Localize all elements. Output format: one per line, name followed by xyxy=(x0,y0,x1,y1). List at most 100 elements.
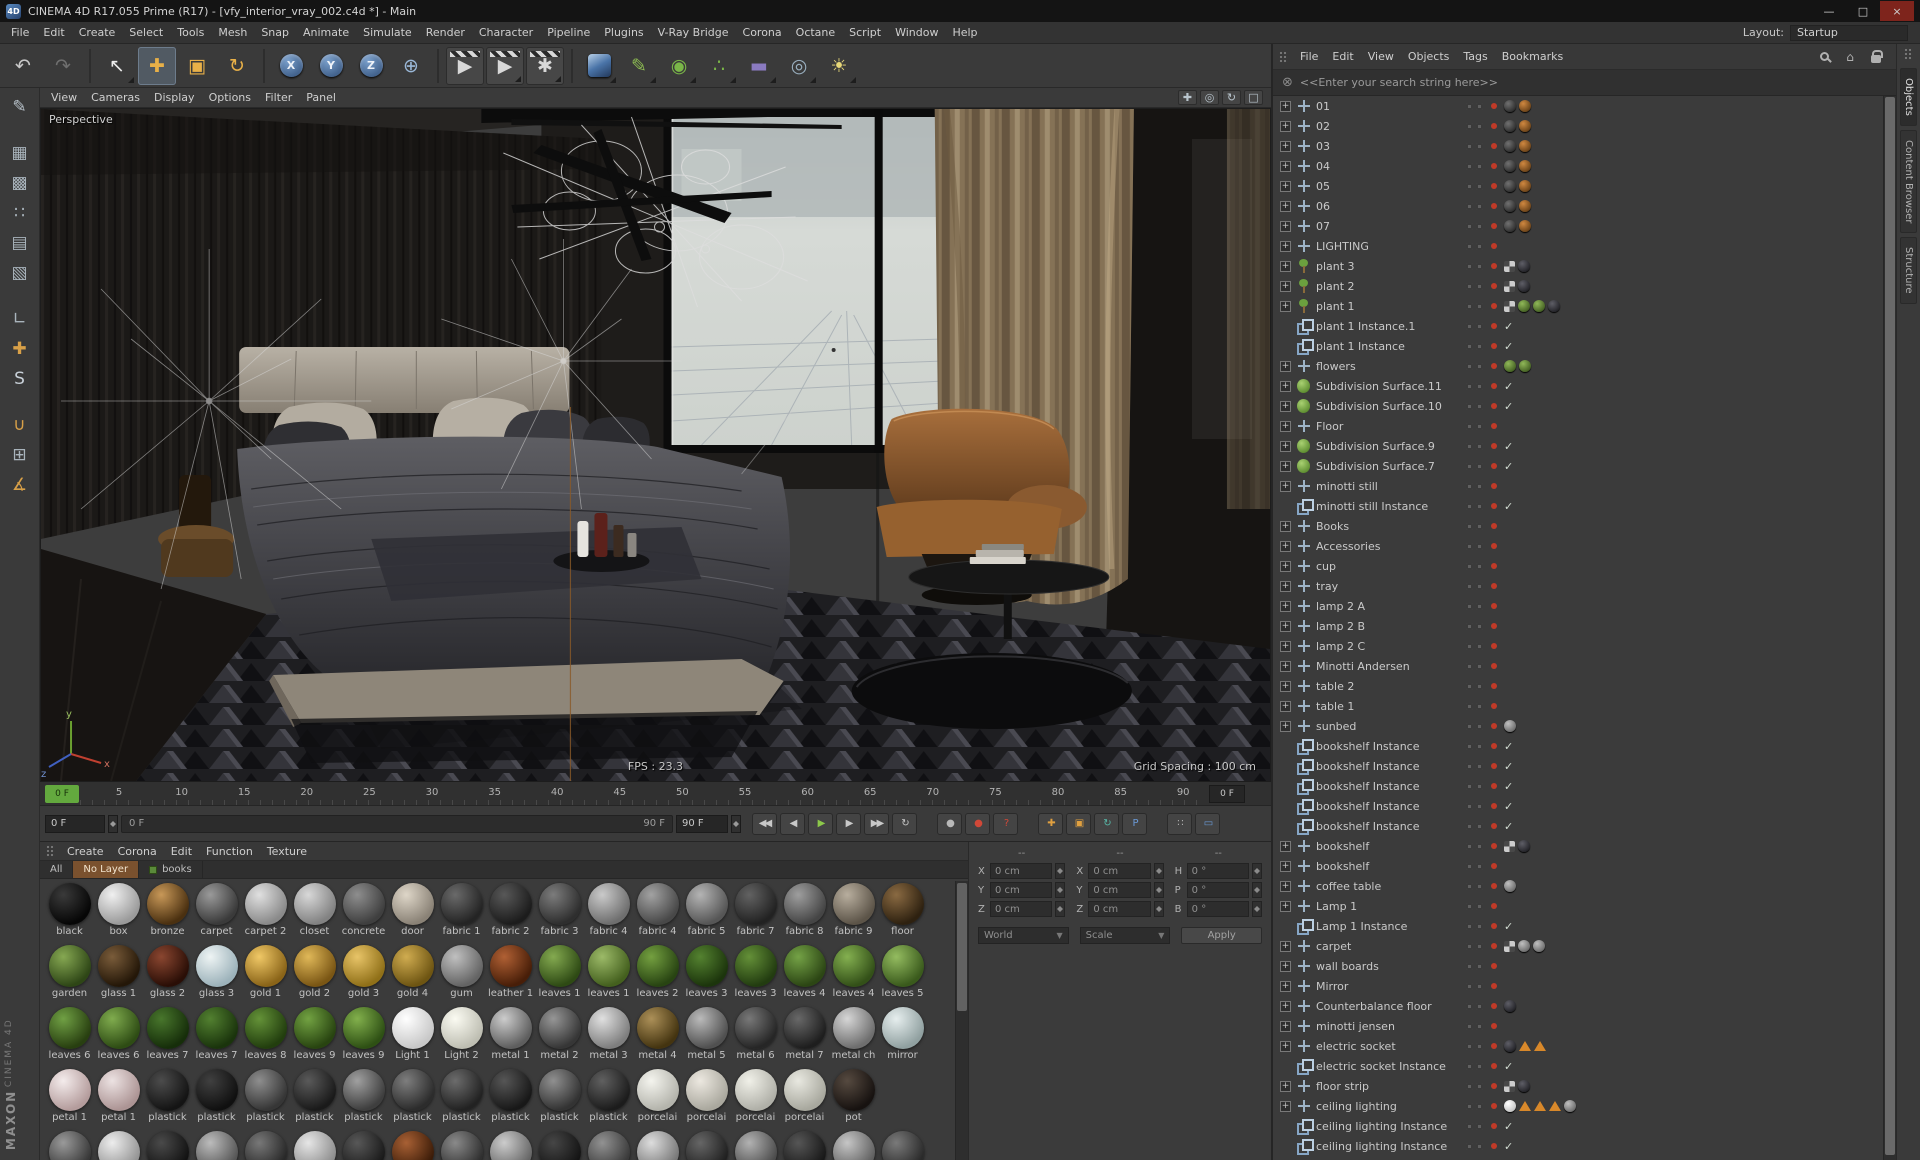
render-visibility-dot[interactable] xyxy=(1476,522,1483,530)
matdark-tag-icon[interactable] xyxy=(1518,1080,1530,1092)
coordinate-system-icon[interactable]: ⊕ xyxy=(392,47,430,85)
render-visibility-dot[interactable] xyxy=(1476,842,1483,850)
render-visibility-dot[interactable] xyxy=(1476,282,1483,290)
editor-visibility-dot[interactable] xyxy=(1466,422,1473,430)
oorb-tag-icon[interactable] xyxy=(1519,160,1531,172)
clear-search-icon[interactable]: ⊗ xyxy=(1282,75,1293,90)
timeline-frame-40[interactable]: 40 xyxy=(551,787,564,798)
selection-tag-icon[interactable] xyxy=(1519,1101,1531,1111)
viewport-menu-display[interactable]: Display xyxy=(147,91,202,104)
material-fabric-9[interactable]: fabric 9 xyxy=(829,881,878,943)
expand-icon[interactable]: + xyxy=(1280,980,1291,992)
editor-visibility-dot[interactable] xyxy=(1466,642,1473,650)
timeline-frame-50[interactable]: 50 xyxy=(676,787,689,798)
prev-frame-button[interactable]: ◀ xyxy=(780,812,805,835)
matdark-tag-icon[interactable] xyxy=(1518,840,1530,852)
object-row-01[interactable]: +01 xyxy=(1273,96,1883,116)
material-metal-2[interactable]: metal 2 xyxy=(535,1005,584,1067)
om-menu-objects[interactable]: Objects xyxy=(1401,50,1457,63)
material-fabric-5[interactable]: fabric 5 xyxy=(682,881,731,943)
om-search-icon[interactable] xyxy=(1816,49,1832,65)
editor-visibility-dot[interactable] xyxy=(1466,382,1473,390)
expand-icon[interactable]: + xyxy=(1280,520,1291,532)
editor-visibility-dot[interactable] xyxy=(1466,1062,1473,1070)
visibility-dots[interactable] xyxy=(1466,502,1488,510)
expand-icon[interactable]: + xyxy=(1280,260,1291,272)
editor-visibility-dot[interactable] xyxy=(1466,962,1473,970)
material-door[interactable]: door xyxy=(388,881,437,943)
menu-v-ray-bridge[interactable]: V-Ray Bridge xyxy=(651,26,736,39)
render-view-icon[interactable]: ▶ xyxy=(446,46,484,85)
selection-tag-icon[interactable] xyxy=(1549,1101,1561,1111)
visibility-dots[interactable] xyxy=(1466,1062,1488,1070)
visibility-dots[interactable] xyxy=(1466,242,1488,250)
editor-visibility-dot[interactable] xyxy=(1466,782,1473,790)
ogear-tag-icon[interactable] xyxy=(1504,120,1516,132)
material-glass-2[interactable]: glass 2 xyxy=(143,943,192,1005)
om-home-icon[interactable]: ⌂ xyxy=(1842,49,1858,65)
timeline-frame-70[interactable]: 70 xyxy=(926,787,939,798)
texture-tag-icon[interactable] xyxy=(1504,300,1515,312)
material-unnamed[interactable] xyxy=(731,1129,780,1160)
points-mode-icon[interactable]: ∷ xyxy=(4,198,36,228)
dock-grip-icon[interactable] xyxy=(1904,48,1913,60)
move-tool-icon[interactable]: ✚ xyxy=(138,46,176,85)
material-unnamed[interactable] xyxy=(192,1129,241,1160)
redo-icon[interactable]: ↷ xyxy=(44,47,82,85)
menu-corona[interactable]: Corona xyxy=(736,26,789,39)
apply-button[interactable]: Apply xyxy=(1181,927,1263,944)
object-row-accessories[interactable]: + Accessories xyxy=(1273,536,1883,556)
material-plastick[interactable]: plastick xyxy=(241,1067,290,1129)
material-plastick[interactable]: plastick xyxy=(437,1067,486,1129)
expand-icon[interactable]: + xyxy=(1280,960,1291,972)
timeline-frame-90[interactable]: 90 xyxy=(1177,787,1190,798)
floor-environment-icon[interactable]: ▬ xyxy=(740,47,778,85)
side-tab-structure[interactable]: Structure xyxy=(1900,237,1917,304)
editor-visibility-dot[interactable] xyxy=(1466,542,1473,550)
material-leaves-7[interactable]: leaves 7 xyxy=(143,1005,192,1067)
timeline-end-box[interactable]: 0 F xyxy=(1209,785,1245,803)
render-visibility-dot[interactable] xyxy=(1476,962,1483,970)
visibility-dots[interactable] xyxy=(1466,202,1488,210)
material-porcelai[interactable]: porcelai xyxy=(780,1067,829,1129)
key-parameter-button[interactable]: P xyxy=(1122,812,1147,835)
material-leaves-3[interactable]: leaves 3 xyxy=(682,943,731,1005)
editor-visibility-dot[interactable] xyxy=(1466,1002,1473,1010)
expand-icon[interactable]: + xyxy=(1280,480,1291,492)
editor-visibility-dot[interactable] xyxy=(1466,1082,1473,1090)
timeline-frame-85[interactable]: 85 xyxy=(1114,787,1127,798)
object-row-wall-boards[interactable]: + wall boards xyxy=(1273,956,1883,976)
material-leaves-7[interactable]: leaves 7 xyxy=(192,1005,241,1067)
menu-render[interactable]: Render xyxy=(419,26,472,39)
texture-tag-icon[interactable] xyxy=(1504,840,1515,852)
expand-icon[interactable]: + xyxy=(1280,1000,1291,1012)
object-row-lamp-2-a[interactable]: + lamp 2 A xyxy=(1273,596,1883,616)
coordinate-spinner[interactable] xyxy=(1153,863,1164,879)
expand-icon[interactable]: + xyxy=(1280,1020,1291,1032)
om-scrollbar[interactable] xyxy=(1883,96,1896,1160)
editor-visibility-dot[interactable] xyxy=(1466,402,1473,410)
render-visibility-dot[interactable] xyxy=(1476,402,1483,410)
om-menu-bookmarks[interactable]: Bookmarks xyxy=(1495,50,1570,63)
object-row-table-1[interactable]: + table 1 xyxy=(1273,696,1883,716)
editor-visibility-dot[interactable] xyxy=(1466,822,1473,830)
visibility-dots[interactable] xyxy=(1466,842,1488,850)
render-visibility-dot[interactable] xyxy=(1476,162,1483,170)
expand-icon[interactable]: + xyxy=(1280,660,1291,672)
world-select[interactable]: World ▼ xyxy=(978,927,1069,944)
expand-icon[interactable]: + xyxy=(1280,620,1291,632)
editor-visibility-dot[interactable] xyxy=(1466,342,1473,350)
close-button[interactable]: × xyxy=(1880,1,1914,21)
render-visibility-dot[interactable] xyxy=(1476,202,1483,210)
render-visibility-dot[interactable] xyxy=(1476,982,1483,990)
visibility-dots[interactable] xyxy=(1466,362,1488,370)
object-row-lamp-1-instance[interactable]: Lamp 1 Instance ✓ xyxy=(1273,916,1883,936)
materials-scroll-thumb[interactable] xyxy=(957,883,967,1012)
material-metal-7[interactable]: metal 7 xyxy=(780,1005,829,1067)
material-plastick[interactable]: plastick xyxy=(339,1067,388,1129)
visibility-dots[interactable] xyxy=(1466,862,1488,870)
material-leaves-4[interactable]: leaves 4 xyxy=(829,943,878,1005)
material-box[interactable]: box xyxy=(94,881,143,943)
om-menu-tags[interactable]: Tags xyxy=(1456,50,1494,63)
material-metal-6[interactable]: metal 6 xyxy=(731,1005,780,1067)
